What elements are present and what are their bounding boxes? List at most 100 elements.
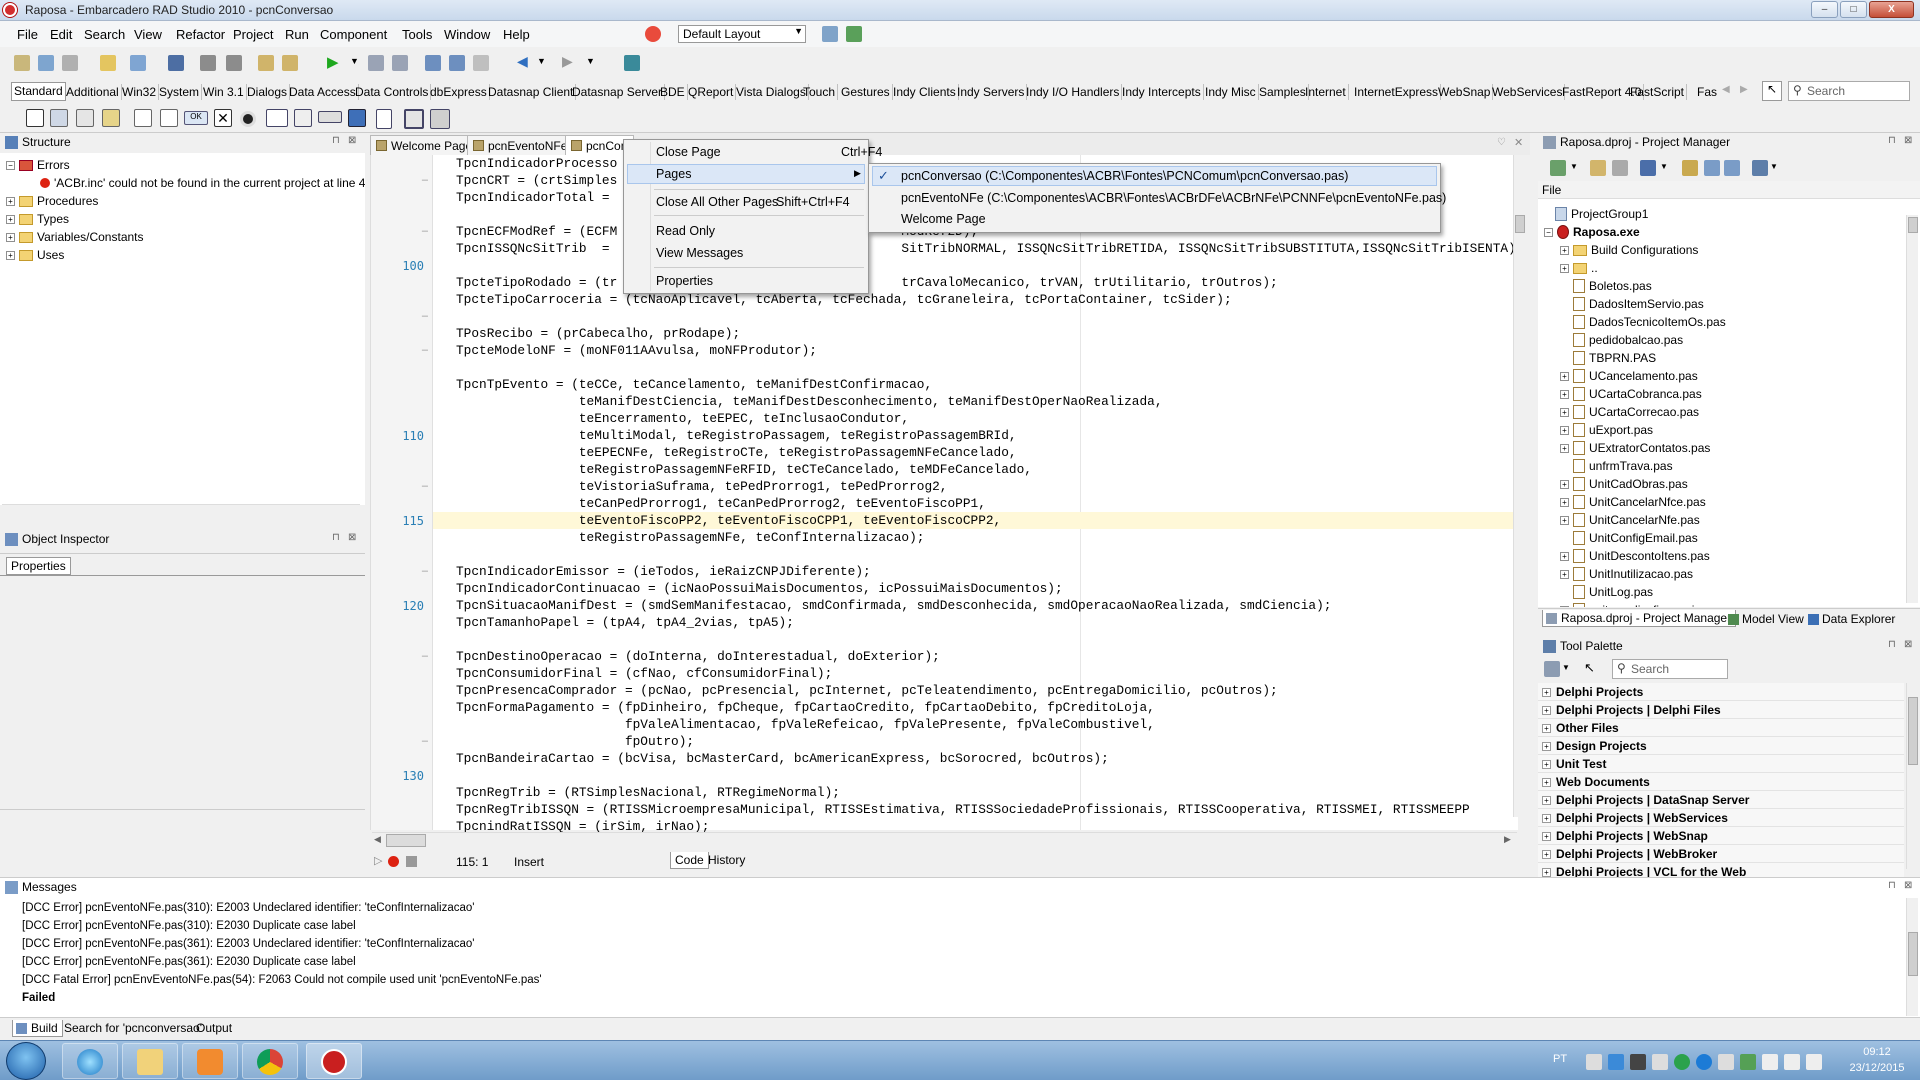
submenu-welcome-page[interactable]: Welcome Page <box>901 212 986 226</box>
add-project-icon[interactable] <box>1590 160 1606 176</box>
expand-icon[interactable]: + <box>6 250 15 260</box>
collapse-icon[interactable]: − <box>1544 227 1553 237</box>
tool-palette-search[interactable]: ⚲ Search <box>1612 659 1728 679</box>
tab-output[interactable]: Output <box>192 1020 236 1036</box>
palette-category[interactable]: + Delphi Projects | WebServices <box>1538 809 1904 827</box>
palette-category[interactable]: + Delphi Projects | Delphi Files <box>1538 701 1904 719</box>
build-icon[interactable] <box>1724 160 1740 176</box>
play-macro-icon[interactable]: ▷ <box>374 854 382 867</box>
project-tree-item[interactable]: + unit_analisefinanceira.pas <box>1560 601 1728 607</box>
save-all-icon[interactable] <box>200 55 216 71</box>
code-line[interactable]: TpcnIndicadorTotal = <box>456 189 610 206</box>
palette-category[interactable]: + Web Documents <box>1538 773 1904 791</box>
code-line[interactable]: TpcnRegTrib = (RTSimplesNacional, RTRegi… <box>456 784 840 801</box>
tab-model-view[interactable]: Model View <box>1726 611 1808 627</box>
submenu-pcneventonfe[interactable]: pcnEventoNFe (C:\Componentes\ACBR\Fontes… <box>901 191 1446 205</box>
expand-icon[interactable]: + <box>6 196 15 206</box>
message-line[interactable]: [DCC Error] pcnEventoNFe.pas(361): E2030… <box>22 956 356 968</box>
expand-icon[interactable]: + <box>1560 605 1569 607</box>
add-file-icon[interactable] <box>258 55 274 71</box>
code-line[interactable]: teCanPedProrrog1, teCanPedProrrog2, teEv… <box>456 495 986 512</box>
radiogroup-icon[interactable] <box>376 109 392 129</box>
step-over-icon[interactable] <box>449 55 465 71</box>
expand-icon[interactable]: + <box>1560 443 1569 453</box>
palette-tab[interactable]: Datasnap Client <box>486 84 577 100</box>
menu-close-page[interactable]: Close Page Ctrl+F4 <box>656 145 882 159</box>
new-icon[interactable] <box>14 55 30 71</box>
code-line[interactable]: TpcnIndicadorProcesso <box>456 155 617 172</box>
palette-tab[interactable]: QReport <box>686 84 737 100</box>
remove-project-icon[interactable] <box>1612 160 1628 176</box>
project-tree-item[interactable]: + UExtratorContatos.pas <box>1560 439 1710 457</box>
project-tree-item[interactable]: DadosTecnicoItemOs.pas <box>1560 313 1726 331</box>
network-icon[interactable] <box>1784 1054 1800 1070</box>
code-line[interactable]: teMultiModal, teRegistroPassagem, teRegi… <box>456 427 1017 444</box>
project-tree-item[interactable]: Boletos.pas <box>1560 277 1652 295</box>
project-tree-item[interactable]: TBPRN.PAS <box>1560 349 1656 367</box>
open-project-icon[interactable] <box>130 55 146 71</box>
pin-icon[interactable]: ⊓ <box>332 135 340 146</box>
collapse-all-icon[interactable] <box>1704 160 1720 176</box>
palette-tab[interactable]: FastScript <box>1628 84 1688 100</box>
message-line[interactable]: [DCC Error] pcnEventoNFe.pas(310): E2030… <box>22 920 356 932</box>
palette-tab[interactable]: Data Controls <box>353 84 432 100</box>
expand-icon[interactable]: + <box>1542 814 1551 823</box>
pin-icon[interactable]: ⊓ <box>332 532 340 543</box>
code-line[interactable]: TpcnPresencaComprador = (pcNao, pcPresen… <box>456 682 1278 699</box>
palette-tab[interactable]: Internet <box>1303 84 1349 100</box>
layout-icon[interactable] <box>645 26 661 42</box>
dropdown-icon[interactable]: ▼ <box>1570 162 1578 171</box>
language-indicator[interactable]: PT <box>1553 1053 1567 1065</box>
menu-properties[interactable]: Properties <box>656 274 713 288</box>
dropdown-icon[interactable]: ▼ <box>1660 162 1668 171</box>
close-panel-icon[interactable]: ⊠ <box>1904 639 1912 650</box>
code-line[interactable]: TpcnIndicadorContinuacao = (icNaoPossuiM… <box>456 580 1063 597</box>
expand-icon[interactable]: + <box>6 214 15 224</box>
view-options-icon[interactable] <box>1752 160 1768 176</box>
volume-icon[interactable] <box>1806 1054 1822 1070</box>
tree-node-error-item[interactable]: 'ACBr.inc' could not be found in the cur… <box>40 174 365 192</box>
checkbox-icon[interactable]: ✕ <box>214 109 232 127</box>
tray-icon[interactable] <box>1652 1054 1668 1070</box>
palette-scroll-right-icon[interactable]: ▶ <box>1740 84 1748 95</box>
palette-category[interactable]: + Delphi Projects | DataSnap Server <box>1538 791 1904 809</box>
tree-node-procedures[interactable]: + Procedures <box>6 192 98 210</box>
expand-icon[interactable]: + <box>1542 796 1551 805</box>
back-icon[interactable]: ◀ <box>517 53 528 70</box>
frames-icon[interactable] <box>26 109 44 127</box>
minimize-button[interactable]: – <box>1811 1 1838 18</box>
tray-icon[interactable] <box>1718 1054 1734 1070</box>
popupmenu-icon[interactable] <box>76 109 94 127</box>
debug-layout-icon[interactable] <box>846 26 862 42</box>
code-line[interactable]: teVistoriaSuframa, tePedProrrog1, tePedP… <box>456 478 948 495</box>
palette-scroll-left-icon[interactable]: ◀ <box>1722 84 1730 95</box>
code-line[interactable]: TpcnBandeiraCartao = (bcVisa, bcMasterCa… <box>456 750 1109 767</box>
project-tree-item[interactable]: + UnitCancelarNfe.pas <box>1560 511 1700 529</box>
tree-node-errors[interactable]: − Errors <box>6 156 70 174</box>
palette-tab[interactable]: InternetExpress <box>1352 84 1442 100</box>
new-items-icon[interactable] <box>38 55 54 71</box>
forward-icon[interactable]: ▶ <box>562 53 573 70</box>
message-line[interactable]: [DCC Error] pcnEventoNFe.pas(310): E2003… <box>22 902 474 914</box>
messages-vscrollbar[interactable] <box>1906 898 1918 1016</box>
expand-icon[interactable]: + <box>1560 371 1569 381</box>
tab-data-explorer[interactable]: Data Explorer <box>1806 611 1899 627</box>
project-tree-item[interactable]: + uExport.pas <box>1560 421 1653 439</box>
expand-icon[interactable]: + <box>1542 742 1551 751</box>
maximize-button[interactable]: □ <box>1840 1 1867 18</box>
tree-node-uses[interactable]: + Uses <box>6 246 64 264</box>
start-button[interactable] <box>6 1042 46 1080</box>
menu-tools[interactable]: Tools <box>402 27 432 42</box>
expand-icon[interactable]: + <box>1560 389 1569 399</box>
label-icon[interactable] <box>102 109 120 127</box>
taskbar-media[interactable] <box>182 1043 238 1079</box>
project-tree-item[interactable]: UnitConfigEmail.pas <box>1560 529 1698 547</box>
tray-icon[interactable] <box>1608 1054 1624 1070</box>
palette-tab[interactable]: Touch <box>801 84 839 100</box>
menu-view[interactable]: View <box>134 27 162 42</box>
trace-into-icon[interactable] <box>425 55 441 71</box>
expand-icon[interactable]: + <box>1560 407 1569 417</box>
palette-tab[interactable]: Gestures <box>839 84 893 100</box>
run-dropdown-icon[interactable]: ▼ <box>350 56 359 66</box>
taskbar-rad-studio[interactable] <box>306 1043 362 1079</box>
